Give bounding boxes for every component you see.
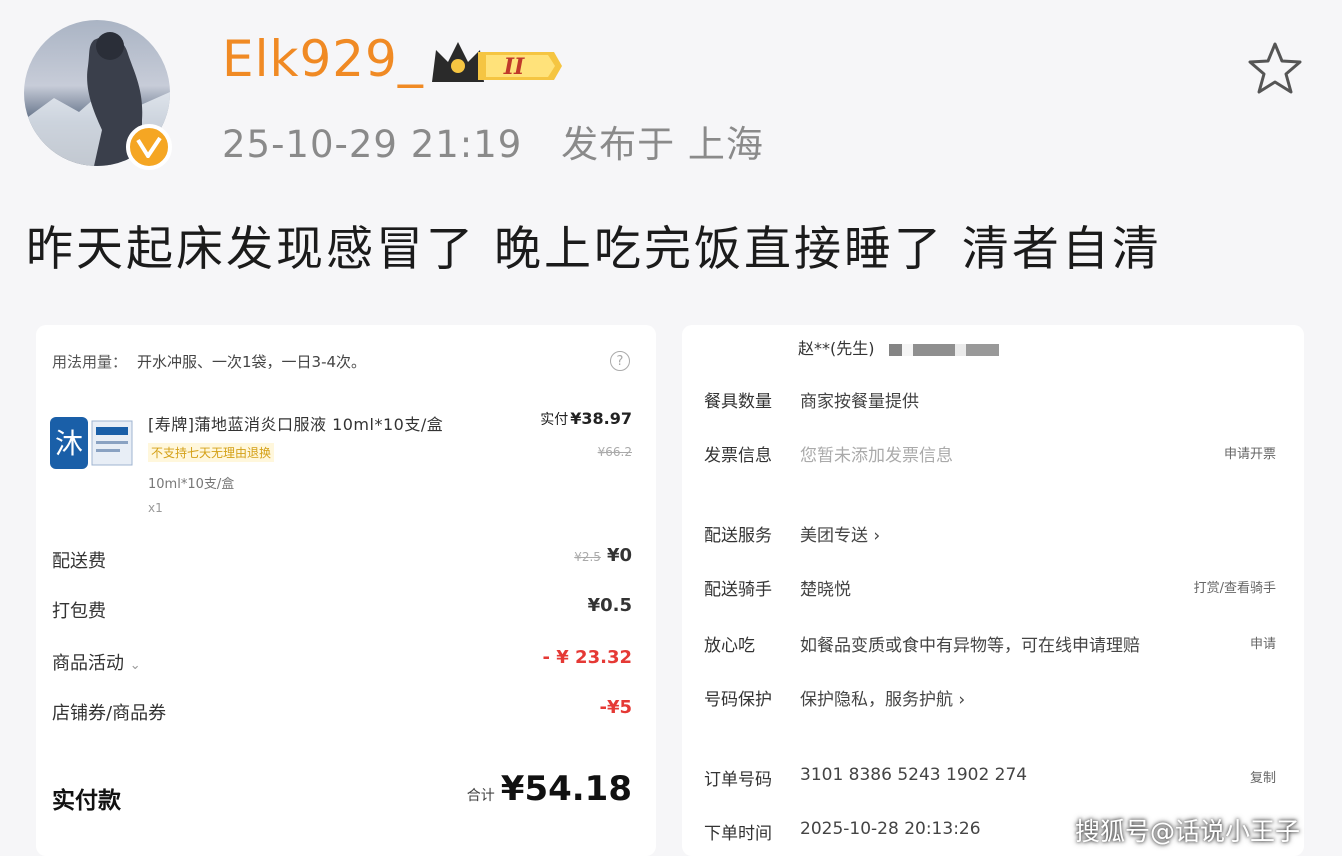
info-key: 配送服务 [704, 526, 772, 546]
fee-amount: ¥0.5 [587, 595, 632, 616]
request-invoice-button[interactable]: 申请开票 [1224, 443, 1276, 462]
product-original-price: ¥66.2 [597, 445, 632, 459]
fee-label: 配送费 [52, 551, 106, 572]
actual-price-label: 实付 [540, 412, 569, 428]
post-location: 发布于 上海 [561, 123, 764, 166]
info-key: 餐具数量 [704, 392, 772, 412]
fee-value: ¥2.5 ¥0 [574, 545, 632, 566]
product-quantity: x1 [148, 501, 163, 515]
info-row-food-safety: 放心吃 如餐品变质或食中有异物等，可在线申请理赔 申请 [704, 627, 1284, 657]
username[interactable]: Elk929_ [222, 30, 424, 88]
info-value: 楚晓悦 [800, 580, 851, 600]
favorite-star-icon[interactable] [1246, 40, 1304, 98]
claim-button[interactable]: 申请 [1250, 633, 1276, 652]
order-items-card: 用法用量： 开水冲服、一次1袋，一日3-4次。 ? 沐 [寿牌]蒲地蓝消炎口服液 … [36, 325, 656, 856]
product-spec: 10ml*10支/盒 [148, 477, 235, 492]
info-value: 如餐品变质或食中有异物等，可在线申请理赔 [800, 636, 1140, 656]
info-key: 号码保护 [704, 690, 772, 710]
total-row: 实付款 合计 ¥54.18 [52, 769, 632, 819]
fee-row-delivery: 配送费 ¥2.5 ¥0 [52, 543, 632, 573]
chevron-down-icon: ⌄ [129, 658, 141, 673]
copy-button[interactable]: 复制 [1250, 767, 1276, 786]
post-header: Elk929_ II 25-10-29 21:19 发布于 上海 [0, 0, 1342, 200]
fee-row-coupon: 店铺券/商品券 -¥5 [52, 695, 632, 725]
post-meta: 25-10-29 21:19 发布于 上海 [222, 114, 790, 168]
recipient-name: 赵**(先生) [798, 339, 875, 358]
post-timestamp: 25-10-29 21:19 [222, 123, 523, 166]
info-value: 3101 8386 5243 1902 274 [800, 765, 1028, 785]
total-prefix: 合计 [466, 788, 495, 804]
total-value: ¥54.18 [500, 769, 632, 809]
product-tag: 不支持七天无理由退换 [148, 443, 275, 462]
usage-instructions: 用法用量： 开水冲服、一次1袋，一日3-4次。 [52, 351, 366, 372]
info-key: 放心吃 [704, 636, 755, 656]
total-amount: 合计 ¥54.18 [467, 769, 632, 809]
product-actual-price: 实付 ¥38.97 [540, 409, 632, 429]
usage-label: 用法用量： [52, 353, 128, 371]
info-key: 订单号码 [704, 770, 772, 790]
info-row-invoice: 发票信息 您暂未添加发票信息 申请开票 [704, 437, 1284, 467]
product-image[interactable]: 沐 [50, 413, 134, 473]
info-row-cutlery: 餐具数量 商家按餐量提供 [704, 383, 1284, 413]
fee-strike: ¥2.5 [574, 550, 601, 564]
info-value: 您暂未添加发票信息 [800, 446, 953, 466]
vip-badge: II [428, 36, 564, 92]
info-row-number-protection[interactable]: 号码保护 保护隐私，服务护航 › [704, 681, 1284, 711]
help-icon[interactable]: ? [610, 351, 630, 371]
total-label: 实付款 [52, 788, 121, 814]
fee-amount: -¥5 [599, 697, 632, 718]
fee-amount: ¥0 [606, 545, 632, 566]
info-row-order-number: 订单号码 3101 8386 5243 1902 274 复制 [704, 761, 1284, 791]
usage-value: 开水冲服、一次1袋，一日3-4次。 [137, 353, 367, 371]
order-info-card: 赵**(先生) 餐具数量 商家按餐量提供 发票信息 您暂未添加发票信息 申请开票… [682, 325, 1304, 856]
info-value: 2025-10-28 20:13:26 [800, 819, 981, 839]
product-name[interactable]: [寿牌]蒲地蓝消炎口服液 10ml*10支/盒 [148, 411, 443, 435]
watermark: 搜狐号@话说小王子 [1075, 817, 1301, 846]
info-key: 配送骑手 [704, 580, 772, 600]
info-row-delivery-service[interactable]: 配送服务 美团专送 › [704, 517, 1284, 547]
fee-row-packing: 打包费 ¥0.5 [52, 593, 632, 623]
tip-rider-button[interactable]: 打赏/查看骑手 [1194, 577, 1276, 596]
fee-amount: - ¥ 23.32 [542, 647, 632, 668]
info-value: 商家按餐量提供 [800, 392, 919, 412]
verified-icon [126, 124, 172, 170]
redacted-phone [888, 343, 999, 356]
svg-text:沐: 沐 [55, 427, 83, 460]
recipient-line: 赵**(先生) [798, 335, 999, 359]
info-value[interactable]: 美团专送 › [800, 521, 880, 546]
info-key: 发票信息 [704, 446, 772, 466]
actual-price-value: ¥38.97 [570, 409, 632, 428]
info-value[interactable]: 保护隐私，服务护航 › [800, 685, 965, 710]
post-text: 昨天起床发现感冒了 晚上吃完饭直接睡了 清者自清 [26, 222, 1162, 277]
fee-row-promotion[interactable]: 商品活动 ⌄ - ¥ 23.32 [52, 645, 632, 675]
fee-label: 打包费 [52, 601, 106, 622]
vip-level: II [503, 54, 525, 80]
fee-label: 店铺券/商品券 [52, 703, 167, 724]
info-row-rider: 配送骑手 楚晓悦 打赏/查看骑手 [704, 571, 1284, 601]
fee-label[interactable]: 商品活动 ⌄ [52, 649, 141, 675]
info-key: 下单时间 [704, 824, 772, 844]
